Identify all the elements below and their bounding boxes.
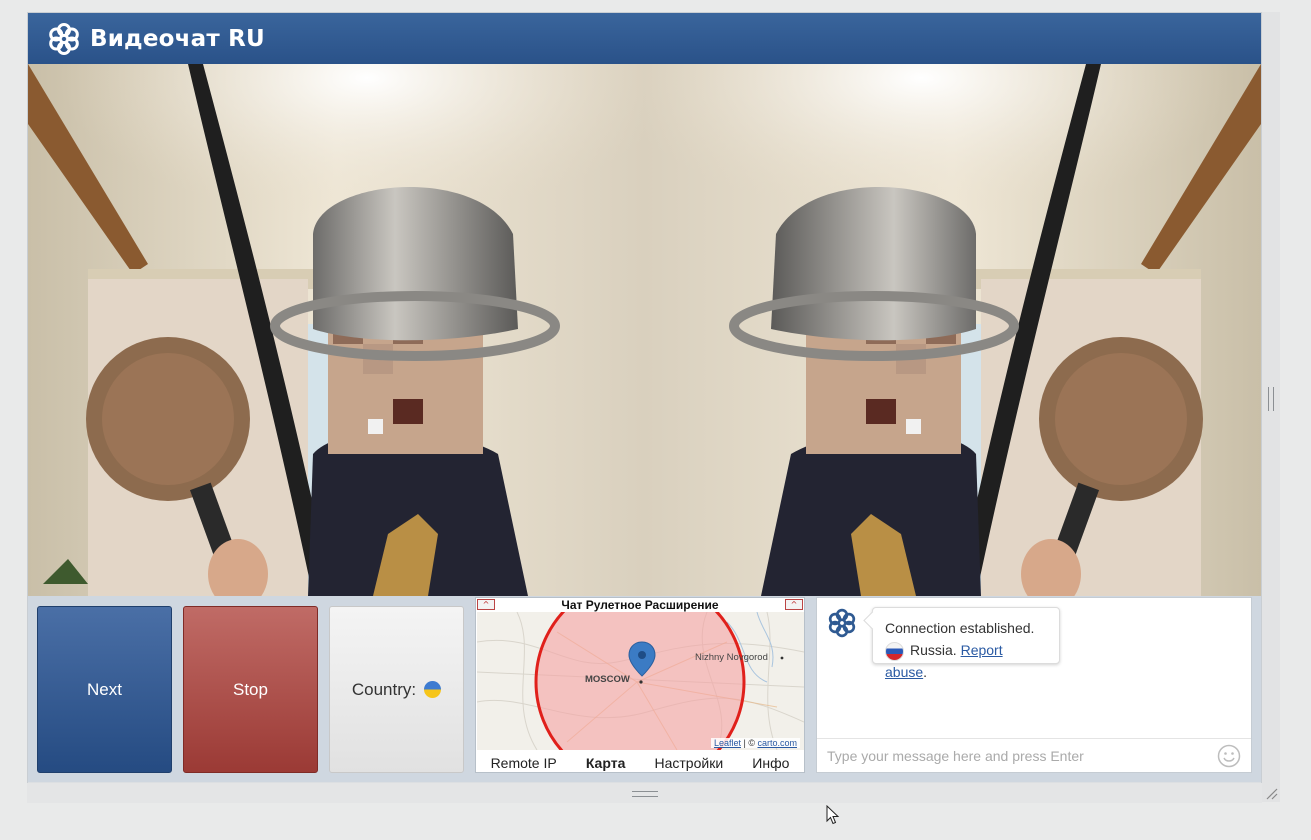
map-canvas xyxy=(477,612,804,750)
chat-bot-logo-icon xyxy=(828,608,856,638)
emoji-smiley-icon[interactable] xyxy=(1217,744,1241,768)
tab-settings[interactable]: Настройки xyxy=(655,755,724,771)
report-suffix: . xyxy=(923,664,928,680)
ukraine-flag-icon xyxy=(424,681,442,698)
partner-country-line: Russia. Report abuse. xyxy=(885,639,1047,683)
attribution-separator: | © xyxy=(741,738,758,748)
country-label: Country: xyxy=(351,679,417,699)
map-city-moscow: MOSCOW xyxy=(585,674,630,685)
stop-button[interactable]: Stop xyxy=(183,606,318,773)
partner-country: Russia. xyxy=(910,642,957,658)
collapse-right-button[interactable]: ^ xyxy=(785,599,803,610)
app-title: Видеочат RU xyxy=(90,25,265,52)
system-message-bubble: Connection established. Russia. Report a… xyxy=(872,607,1060,680)
self-video xyxy=(644,64,1261,596)
chat-input-row xyxy=(817,738,1251,772)
extension-panel: Чат Рулетное Расширение ^ ^ MOSCOW Nizhn… xyxy=(475,597,805,773)
extension-title: Чат Рулетное Расширение xyxy=(561,598,719,612)
tab-remote-ip[interactable]: Remote IP xyxy=(491,755,557,771)
tab-info[interactable]: Инфо xyxy=(752,755,789,771)
map-city-nizhny: Nizhny Novgorod xyxy=(695,652,768,663)
map-attribution: Leaflet | © carto.com xyxy=(710,738,800,748)
bottom-resize-handle[interactable] xyxy=(632,791,658,797)
location-map[interactable]: MOSCOW Nizhny Novgorod Leaflet | © carto… xyxy=(477,612,804,750)
russia-flag-icon xyxy=(885,641,904,661)
country-selector-button[interactable]: Country: xyxy=(329,606,464,773)
stop-button-label: Stop xyxy=(233,679,268,699)
chat-message-input[interactable] xyxy=(827,746,1207,766)
remote-video-frame xyxy=(28,64,645,596)
self-video-frame xyxy=(644,64,1261,596)
extension-tabs: Remote IP Карта Настройки Инфо xyxy=(476,753,804,773)
leaflet-link[interactable]: Leaflet xyxy=(714,738,741,748)
app-header: Видеочат RU xyxy=(28,13,1261,64)
carto-link[interactable]: carto.com xyxy=(757,738,797,748)
remote-video xyxy=(28,64,645,596)
collapse-left-button[interactable]: ^ xyxy=(477,599,495,610)
chat-panel: Connection established. Russia. Report a… xyxy=(816,597,1252,773)
resize-grip-icon[interactable] xyxy=(1264,786,1278,800)
next-button[interactable]: Next xyxy=(37,606,172,773)
right-resize-handle[interactable] xyxy=(1268,387,1274,411)
mouse-cursor-icon xyxy=(826,805,840,825)
next-button-label: Next xyxy=(87,679,122,699)
connection-status-text: Connection established. xyxy=(885,620,1035,636)
tab-map[interactable]: Карта xyxy=(586,755,626,771)
app-logo-icon xyxy=(49,22,79,55)
